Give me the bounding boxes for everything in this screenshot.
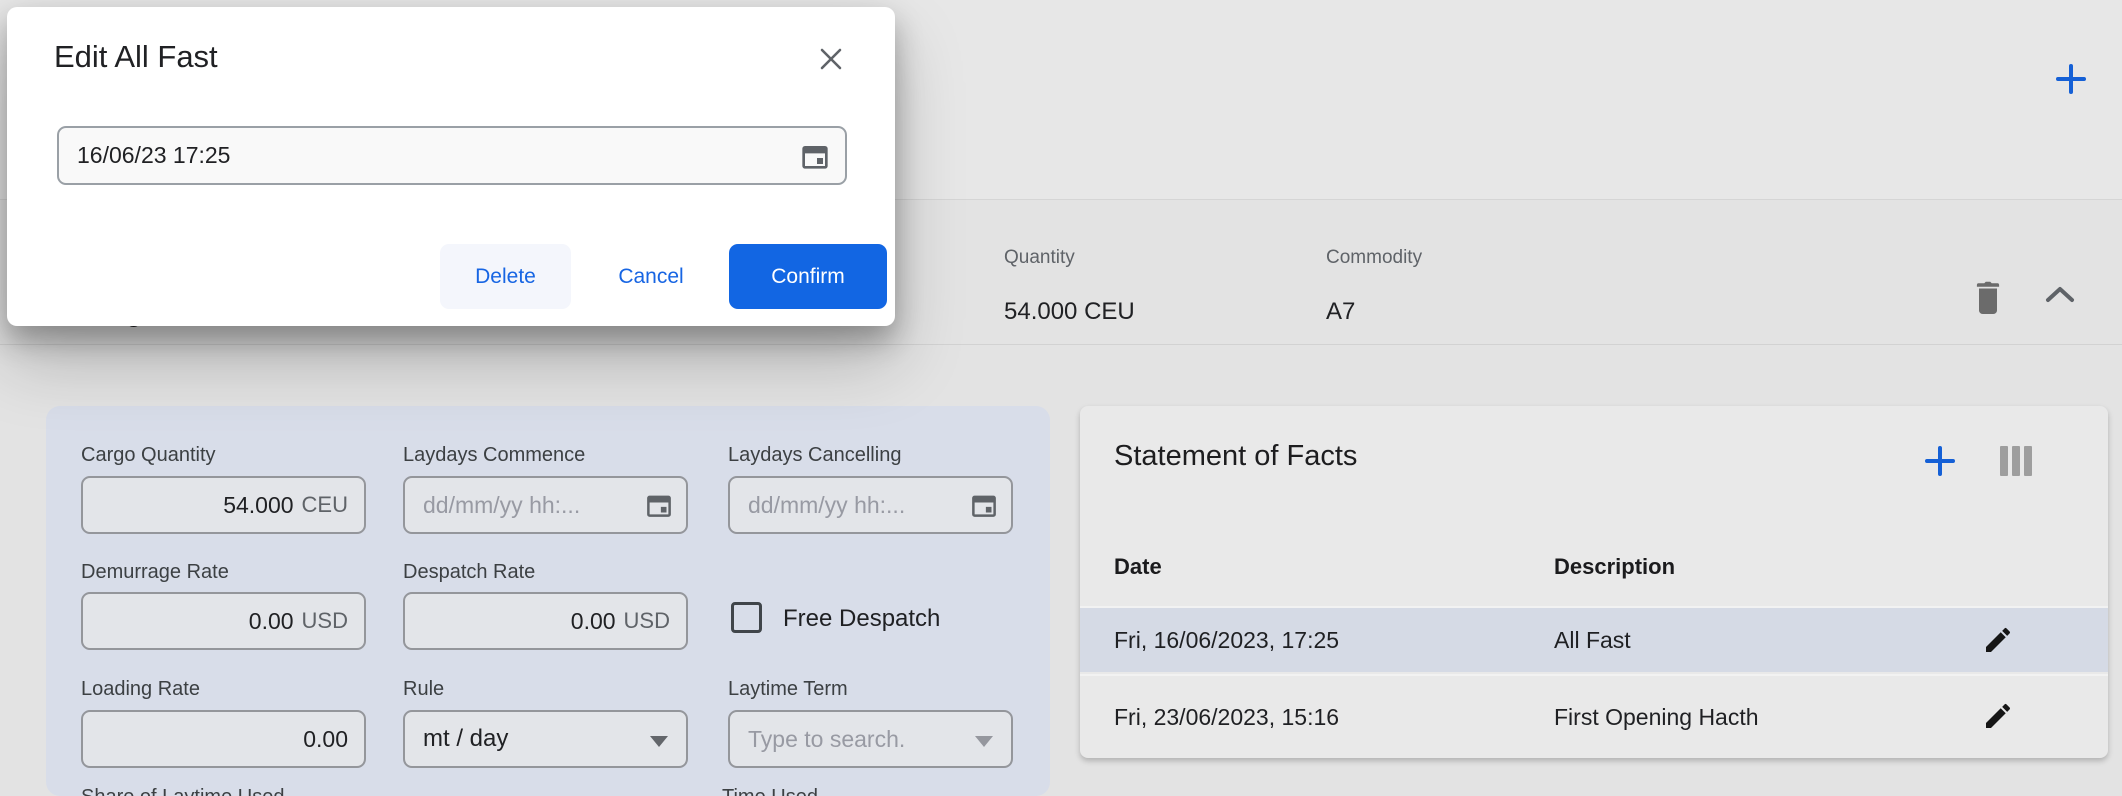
delete-cargo-button[interactable]	[1970, 276, 2006, 316]
pencil-icon	[1982, 624, 2014, 656]
add-sof-entry-button[interactable]	[1923, 444, 1957, 478]
cargo-quantity-value: 54.000	[223, 492, 293, 519]
sof-title: Statement of Facts	[1114, 440, 1357, 473]
loading-rate-label: Loading Rate	[81, 678, 200, 701]
despatch-rate-label: Despatch Rate	[403, 561, 535, 584]
cargo-form-panel: Cargo Quantity 54.000 CEU Laydays Commen…	[46, 406, 1050, 796]
quantity-label: Quantity	[1004, 247, 1075, 269]
rule-select[interactable]: mt / day	[403, 710, 688, 768]
partial-label-right: Time Used	[722, 786, 818, 796]
statement-of-facts-card: Statement of Facts Date Description Fri,…	[1080, 406, 2108, 758]
calendar-icon[interactable]	[799, 140, 831, 172]
plus-icon	[1923, 444, 1957, 478]
rule-label: Rule	[403, 678, 444, 701]
add-cargo-icon[interactable]	[2053, 61, 2089, 97]
close-dialog-button[interactable]	[815, 43, 847, 75]
laytime-term-label: Laytime Term	[728, 678, 848, 701]
commodity-label: Commodity	[1326, 247, 1422, 269]
free-despatch-label: Free Despatch	[783, 605, 940, 633]
cancel-button[interactable]: Cancel	[592, 244, 710, 309]
cargo-quantity-label: Cargo Quantity	[81, 444, 216, 467]
sof-table-row[interactable]: Fri, 16/06/2023, 17:25 All Fast	[1080, 606, 2108, 672]
datetime-value: 16/06/23 17:25	[59, 142, 799, 169]
quantity-value: 54.000 CEU	[1004, 298, 1135, 326]
columns-settings-button[interactable]	[2000, 446, 2034, 478]
demurrage-rate-label: Demurrage Rate	[81, 561, 229, 584]
trash-icon	[1970, 276, 2006, 316]
sof-table-row[interactable]: Fri, 23/06/2023, 15:16 First Opening Hac…	[1080, 674, 2108, 758]
edit-row-button[interactable]	[1982, 624, 2014, 656]
dialog-title: Edit All Fast	[54, 39, 218, 75]
calendar-icon[interactable]	[644, 490, 674, 520]
loading-rate-input[interactable]: 0.00	[81, 710, 366, 768]
delete-button[interactable]: Delete	[440, 244, 571, 309]
cargo-quantity-input[interactable]: 54.000 CEU	[81, 476, 366, 534]
laytime-term-input[interactable]: Type to search.	[728, 710, 1013, 768]
plus-icon	[2053, 61, 2089, 97]
laydays-cancelling-label: Laydays Cancelling	[728, 444, 901, 467]
despatch-rate-input[interactable]: 0.00 USD	[403, 592, 688, 650]
dropdown-caret-icon	[975, 736, 993, 747]
laydays-cancelling-input[interactable]: dd/mm/yy hh:...	[728, 476, 1013, 534]
collapse-section-button[interactable]	[2040, 282, 2080, 308]
free-despatch-checkbox[interactable]	[731, 602, 762, 633]
laydays-commence-input[interactable]: dd/mm/yy hh:...	[403, 476, 688, 534]
calendar-icon[interactable]	[969, 490, 999, 520]
partial-label-left: Share of Laytime Used	[81, 786, 284, 796]
close-icon	[815, 43, 847, 75]
cargo-quantity-unit: CEU	[302, 492, 348, 518]
datetime-input[interactable]: 16/06/23 17:25	[57, 126, 847, 185]
edit-row-button[interactable]	[1982, 700, 2014, 732]
dropdown-caret-icon	[650, 736, 668, 747]
pencil-icon	[1982, 700, 2014, 732]
edit-all-fast-dialog: Edit All Fast 16/06/23 17:25 Delete Canc…	[7, 7, 895, 326]
demurrage-rate-input[interactable]: 0.00 USD	[81, 592, 366, 650]
chevron-up-icon	[2040, 282, 2080, 308]
laydays-commence-label: Laydays Commence	[403, 444, 585, 467]
laytime-page: g Quantity 54.000 CEU Commodity A7 Cargo…	[0, 0, 2122, 796]
sof-col-description: Description	[1554, 554, 1675, 580]
columns-icon	[2000, 446, 2008, 476]
confirm-button[interactable]: Confirm	[729, 244, 887, 309]
commodity-value: A7	[1326, 298, 1355, 326]
sof-col-date: Date	[1114, 554, 1162, 580]
